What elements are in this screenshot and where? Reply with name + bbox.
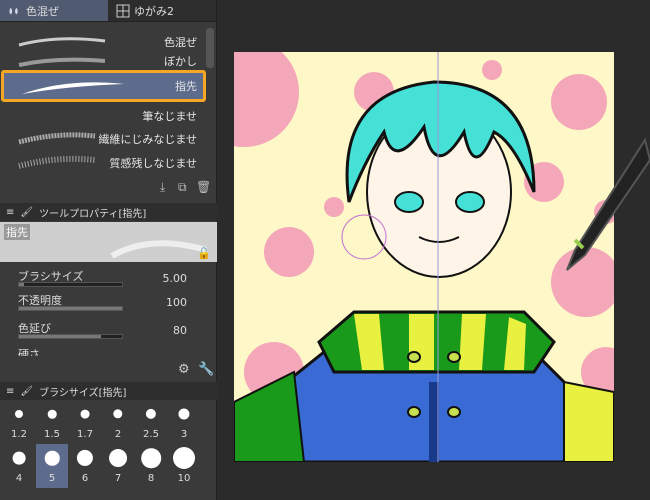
brush-item-label: 質感残しなじませ <box>109 157 197 170</box>
brush-size-cell[interactable]: 8 <box>135 444 167 488</box>
prop-value[interactable]: 100 <box>166 296 187 309</box>
tab-distort[interactable]: ゆがみ2 <box>108 0 182 21</box>
left-panel: 色混ぜ ゆがみ2 色混ぜ ぼかし 指先 筆なじませ 繊維にじみなじませ 質感残し… <box>0 0 217 500</box>
brush-size-label: 6 <box>81 473 89 484</box>
brush-stroke-preview <box>18 37 106 47</box>
brush-size-cell[interactable]: 7 <box>102 444 134 488</box>
brush-stroke-preview <box>18 57 106 67</box>
brush-size-header: ≡ 🖌 ブラシサイズ[指先] <box>0 382 217 400</box>
prop-slider[interactable] <box>18 306 123 311</box>
brush-size-label: 2.5 <box>143 429 159 440</box>
brush-size-cell[interactable]: 6 <box>69 444 101 488</box>
brush-size-label: 10 <box>177 473 191 484</box>
brush-item-color-mix[interactable]: 色混ぜ <box>3 30 203 54</box>
brush-list-scrollbar[interactable] <box>206 28 214 68</box>
brush-item-blur[interactable]: ぼかし <box>3 52 203 70</box>
prop-slider[interactable] <box>18 334 123 339</box>
brush-size-cell[interactable]: 3 <box>168 400 200 444</box>
prop-color-stretch[interactable]: 色延び 80 <box>18 320 203 340</box>
brush-size-dot <box>141 448 161 468</box>
brush-item-label: 指先 <box>175 80 197 93</box>
brush-size-dot <box>12 451 26 465</box>
tool-property-title: ツールプロパティ[指先] <box>39 208 147 220</box>
prop-brush-size[interactable]: ブラシサイズ 5.00 <box>18 268 203 288</box>
brush-size-cell[interactable]: 1.5 <box>36 400 68 444</box>
tab-color-mix-label: 色混ぜ <box>26 4 59 18</box>
brush-size-cell[interactable]: 1.7 <box>69 400 101 444</box>
tool-name: 指先 <box>4 224 30 240</box>
brush-stroke-preview <box>22 82 124 94</box>
brush-size-dot <box>14 409 24 419</box>
brush-size-dot <box>145 408 157 420</box>
brush-size-label: 3 <box>180 429 188 440</box>
brush-size-cell[interactable]: 10 <box>168 444 200 488</box>
brush-size-label: 7 <box>114 473 122 484</box>
brush-size-label: 1.2 <box>11 429 27 440</box>
prop-opacity[interactable]: 不透明度 100 <box>18 292 203 312</box>
menu-icon[interactable]: ≡ <box>6 386 14 397</box>
brush-list: 色混ぜ ぼかし 指先 筆なじませ 繊維にじみなじませ 質感残しなじませ <box>0 24 217 174</box>
brush-size-cell[interactable]: 2 <box>102 400 134 444</box>
stroke-preview <box>110 240 207 259</box>
brush-item-label: 筆なじませ <box>142 110 197 123</box>
brush-stroke-preview <box>18 155 96 169</box>
drops-icon <box>9 7 18 14</box>
prop-value[interactable]: 5.00 <box>163 272 188 285</box>
brush-item-label: 繊維にじみなじませ <box>98 133 197 146</box>
brush-size-label: 1.7 <box>77 429 93 440</box>
brush-item-finger[interactable]: 指先 <box>1 70 206 102</box>
subtool-tabs: 色混ぜ ゆがみ2 <box>0 0 216 22</box>
brush-size-cell[interactable]: 4 <box>3 444 35 488</box>
brush-size-label: 5 <box>48 473 56 484</box>
menu-icon[interactable]: ≡ <box>6 207 14 218</box>
wrench-icon[interactable]: 🔧 <box>198 362 214 377</box>
brush-size-cell[interactable]: 2.5 <box>135 400 167 444</box>
brush-size-cell[interactable]: 5 <box>36 444 68 488</box>
tab-color-mix[interactable]: 色混ぜ <box>0 0 108 21</box>
tool-property-header: ≡ 🖌 ツールプロパティ[指先] <box>0 203 217 221</box>
stylus-pen-icon <box>566 137 650 271</box>
prop-value[interactable]: 80 <box>173 324 187 337</box>
brush-size-label: 2 <box>114 429 122 440</box>
brush-size-dot <box>173 447 195 469</box>
brush-item-fiber-blend[interactable]: 繊維にじみなじませ <box>3 127 203 151</box>
trash-icon[interactable]: 🗑 <box>196 180 211 196</box>
prop-label: 硬さ <box>18 348 40 356</box>
tab-distort-label: ゆがみ2 <box>134 4 174 18</box>
brush-size-dot <box>44 450 60 466</box>
brush-item-texture-blend[interactable]: 質感残しなじませ <box>3 151 203 175</box>
tool-preview: 指先 🔓 <box>0 222 217 262</box>
import-icon[interactable]: ⤓ <box>160 180 174 196</box>
settings-icon[interactable]: ⚙ <box>178 362 190 377</box>
prop-hardness[interactable]: 硬さ <box>18 346 203 356</box>
brush-size-dot <box>80 409 90 419</box>
brush-item-label: ぼかし <box>164 55 197 68</box>
brush-size-title: ブラシサイズ[指先] <box>39 387 127 399</box>
prop-slider[interactable] <box>18 282 123 287</box>
brush-size-dot <box>113 409 123 419</box>
brush-size-dot <box>109 449 127 467</box>
lock-icon[interactable]: 🔓 <box>197 247 211 260</box>
brush-tool-icon: 🖌 <box>20 385 34 397</box>
brush-item-label: 色混ぜ <box>164 36 197 49</box>
brush-size-dot <box>76 449 94 467</box>
brush-stroke-preview <box>18 132 96 145</box>
brush-tool-icon: 🖌 <box>20 206 34 218</box>
duplicate-icon[interactable]: ⧉ <box>178 180 192 196</box>
brush-size-cell[interactable]: 1.2 <box>3 400 35 444</box>
brush-item-brush-blend[interactable]: 筆なじませ <box>3 104 203 128</box>
brush-size-dot <box>178 408 190 420</box>
brush-size-label: 4 <box>15 473 23 484</box>
brush-size-label: 1.5 <box>44 429 60 440</box>
grid-warp-icon <box>116 4 130 17</box>
brush-size-label: 8 <box>147 473 155 484</box>
brush-size-dot <box>47 409 57 419</box>
